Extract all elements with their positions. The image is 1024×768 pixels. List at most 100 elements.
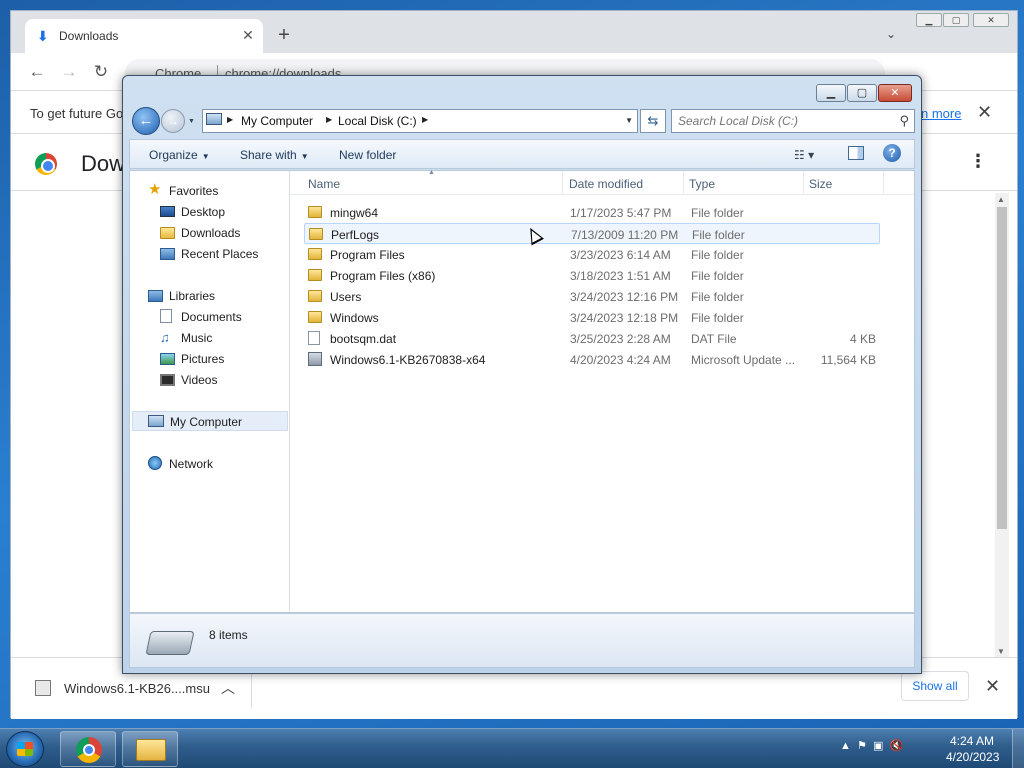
address-bar[interactable]: ▶ My Computer ▶ Local Disk (C:) ▶ ▼ (202, 109, 638, 133)
file-row[interactable]: Program Files (x86) 3/18/2023 1:51 AM Fi… (304, 265, 880, 286)
item-count: 8 items (209, 628, 248, 642)
column-divider[interactable] (683, 171, 684, 195)
nav-videos[interactable]: Videos (160, 370, 278, 390)
scrollbar-thumb[interactable] (997, 207, 1007, 529)
help-icon[interactable]: ? (883, 144, 901, 162)
new-tab-button[interactable]: + (273, 25, 295, 47)
tab-title: Downloads (59, 29, 119, 43)
nav-music[interactable]: ♫ Music (160, 328, 278, 348)
back-button[interactable]: ← (132, 107, 160, 135)
nav-desktop[interactable]: Desktop (160, 202, 278, 222)
file-row[interactable]: Program Files 3/23/2023 6:14 AM File fol… (304, 244, 880, 265)
tab-downloads[interactable]: ⬇ Downloads ✕ (25, 19, 263, 53)
nav-favorites[interactable]: ★ Favorites (148, 181, 278, 201)
show-all-button[interactable]: Show all (901, 671, 969, 701)
share-with-button[interactable]: Share with ▼ (240, 148, 309, 162)
taskbar-explorer-button[interactable] (122, 731, 178, 767)
nav-recent-places[interactable]: Recent Places (160, 244, 278, 264)
nav-my-computer[interactable]: My Computer (132, 411, 288, 431)
forward-button[interactable]: → (161, 109, 185, 133)
folder-icon (308, 269, 322, 281)
column-divider[interactable] (562, 171, 563, 195)
forward-arrow-icon[interactable]: → (57, 61, 81, 85)
refresh-icon[interactable]: ⇆ (640, 109, 666, 133)
file-row[interactable]: Users 3/24/2023 12:16 PM File folder (304, 286, 880, 307)
history-dropdown-icon[interactable]: ▼ (188, 118, 195, 125)
infobar-close-icon[interactable]: ✕ (977, 102, 992, 123)
nav-network[interactable]: Network (148, 454, 278, 474)
breadcrumb-my-computer[interactable]: My Computer (241, 114, 313, 128)
chrome-minimize-button[interactable]: ▁ (916, 13, 942, 27)
column-type[interactable]: Type (689, 177, 715, 191)
maximize-button[interactable]: ▢ (847, 84, 877, 102)
page-scrollbar[interactable]: ▲ ▼ (995, 193, 1009, 657)
scroll-up-icon[interactable]: ▲ (997, 195, 1005, 204)
nav-libraries[interactable]: Libraries (148, 286, 278, 306)
share-with-label: Share with (240, 148, 297, 162)
file-row[interactable]: Windows 3/24/2023 12:18 PM File folder (304, 307, 880, 328)
file-row[interactable]: Windows6.1-KB2670838-x64 4/20/2023 4:24 … (304, 349, 880, 370)
breadcrumb-arrow-icon[interactable]: ▶ (326, 115, 332, 124)
start-button[interactable] (6, 731, 44, 767)
nav-label: Desktop (181, 205, 226, 219)
preview-pane-icon[interactable] (848, 146, 864, 160)
file-name: Program Files (330, 248, 405, 262)
file-name: PerfLogs (331, 228, 380, 242)
file-date: 1/17/2023 5:47 PM (570, 206, 672, 220)
organize-button[interactable]: Organize ▼ (149, 148, 210, 162)
file-size: 11,564 KB (820, 353, 876, 367)
column-divider[interactable] (883, 171, 884, 195)
search-box[interactable]: ⚲ (671, 109, 915, 133)
tab-search-chevron-icon[interactable]: ⌄ (886, 27, 896, 41)
windows-logo-icon (17, 742, 33, 756)
file-icon (308, 331, 320, 345)
file-row[interactable]: PerfLogs 7/13/2009 11:20 PM File folder (304, 223, 880, 244)
column-name[interactable]: Name (308, 177, 340, 191)
reload-icon[interactable]: ↻ (89, 61, 113, 85)
column-divider[interactable] (803, 171, 804, 195)
column-date-modified[interactable]: Date modified (569, 177, 643, 191)
clock-date[interactable]: 4/20/2023 (946, 750, 999, 764)
new-folder-button[interactable]: New folder (339, 148, 396, 162)
tray-icons[interactable]: ▲ ⚑ ▣ 🔇 (840, 739, 903, 752)
more-options-icon[interactable]: ⋮ (969, 151, 987, 172)
column-headers: ▲ Name Date modified Type Size (291, 169, 914, 195)
shelf-close-icon[interactable]: ✕ (985, 676, 1000, 697)
file-type: Microsoft Update ... (691, 353, 796, 367)
file-row[interactable]: bootsqm.dat 3/25/2023 2:28 AM DAT File 4… (304, 328, 880, 349)
infobar-learn-more-link[interactable]: n more (921, 106, 961, 121)
address-dropdown-icon[interactable]: ▼ (625, 116, 633, 125)
nav-documents[interactable]: Documents (160, 307, 278, 327)
search-icon[interactable]: ⚲ (899, 113, 909, 129)
folder-icon (136, 739, 166, 761)
download-item-name[interactable]: Windows6.1-KB26....msu (64, 681, 210, 696)
scroll-down-icon[interactable]: ▼ (997, 647, 1005, 656)
tab-close-icon[interactable]: ✕ (239, 26, 257, 44)
chevron-up-icon[interactable]: ︿ (221, 678, 235, 698)
chrome-close-button[interactable]: ✕ (973, 13, 1009, 27)
back-arrow-icon[interactable]: ← (25, 61, 49, 85)
breadcrumb-arrow-icon[interactable]: ▶ (227, 115, 233, 124)
sort-ascending-icon: ▲ (428, 169, 435, 176)
minimize-button[interactable]: ▁ (816, 84, 846, 102)
msu-file-icon (35, 680, 51, 696)
infobar-text: To get future Go (30, 106, 124, 121)
file-type: DAT File (691, 332, 737, 346)
nav-pictures[interactable]: Pictures (160, 349, 278, 369)
nav-label: Pictures (181, 352, 225, 366)
desktop-icon (160, 206, 175, 217)
file-date: 3/24/2023 12:16 PM (570, 290, 679, 304)
breadcrumb-arrow-icon[interactable]: ▶ (422, 115, 428, 124)
change-view-icon[interactable]: ☷ ▾ (794, 148, 814, 162)
column-size[interactable]: Size (809, 177, 832, 191)
close-button[interactable]: ✕ (878, 84, 912, 102)
clock-time[interactable]: 4:24 AM (950, 734, 994, 748)
breadcrumb-local-disk[interactable]: Local Disk (C:) (338, 114, 417, 128)
nav-downloads[interactable]: Downloads (160, 223, 278, 243)
search-input[interactable] (678, 113, 888, 129)
file-row[interactable]: mingw64 1/17/2023 5:47 PM File folder (304, 202, 880, 223)
documents-icon (160, 309, 172, 323)
show-desktop-button[interactable] (1012, 729, 1024, 768)
chrome-maximize-button[interactable]: ▢ (943, 13, 969, 27)
taskbar-chrome-button[interactable] (60, 731, 116, 767)
